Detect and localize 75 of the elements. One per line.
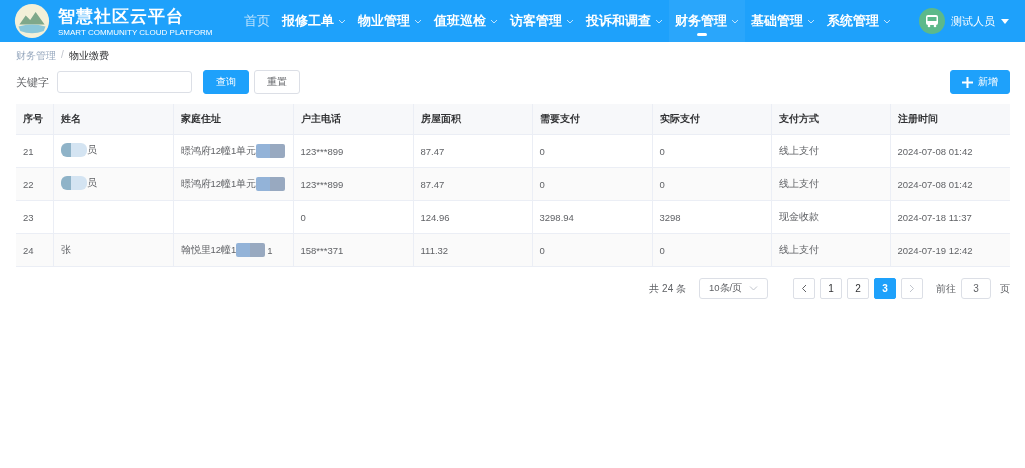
logo-icon [14,3,50,39]
chevron-down-icon [731,18,739,24]
nav-tab[interactable]: 首页 [238,0,276,42]
column-header: 姓名 [53,104,173,135]
chevron-down-icon [655,18,663,24]
caret-icon [1001,18,1009,24]
chevron-left-icon [801,284,807,293]
page-button[interactable]: 3 [874,278,896,299]
nav-tab[interactable]: 访客管理 [504,0,580,42]
table-cell: 22 [16,167,53,201]
breadcrumb-item[interactable]: 财务管理 [16,49,56,63]
total-count: 共 24 条 [649,281,686,296]
goto-page-field[interactable]: 3 [961,278,991,299]
column-header: 房屋面积 [413,104,532,135]
chevron-right-icon [909,284,915,293]
chevron-down-icon [749,286,758,291]
page-size-select[interactable]: 10条/页 [699,278,768,299]
nav-tab[interactable]: 基础管理 [745,0,821,42]
table-cell: 111.32 [413,233,532,267]
chevron-down-icon [414,18,422,24]
user-menu[interactable]: 测试人员 [913,7,1015,35]
query-button[interactable]: 查询 [203,70,249,94]
column-header: 户主电话 [293,104,413,135]
breadcrumb-item: 物业缴费 [68,49,109,63]
table-cell: 24 [16,233,53,267]
chevron-down-icon [338,18,346,24]
keyword-field[interactable] [57,71,192,93]
column-header: 实际支付 [652,104,771,135]
bus-avatar-icon [919,8,945,34]
nav-tab[interactable]: 物业管理 [352,0,428,42]
table-cell: 0 [652,167,771,201]
nav-tab[interactable]: 系统管理 [821,0,897,42]
breadcrumb-separator: / [61,49,64,62]
table-cell: 2024-07-19 12:42 [890,233,1010,267]
address-text: 1 [267,244,273,256]
chevron-down-icon [807,18,815,24]
table-cell: 158***371 [293,233,413,267]
goto-label: 前往 [936,281,956,296]
add-button[interactable]: 新增 [950,70,1010,94]
prev-page-button[interactable] [793,278,815,299]
chevron-down-icon [883,18,891,24]
column-header: 序号 [16,104,53,135]
nav-tab[interactable]: 财务管理 [669,0,745,42]
app-subtitle: SMART COMMUNITY CLOUD PLATFORM [58,28,213,37]
column-header: 家庭住址 [173,104,293,135]
app-title: 智慧社区云平台 [58,6,185,28]
name-text: 张 [60,243,71,257]
column-header: 需要支付 [532,104,652,135]
address-text: 翰悦里12幢1 [180,243,237,257]
table-cell: 线上支付 [771,167,890,201]
plus-icon [962,76,973,88]
table-cell: 0 [532,167,652,201]
page-button[interactable]: 2 [847,278,869,299]
reset-button[interactable]: 重置 [254,70,300,94]
column-header: 支付方式 [771,104,890,135]
nav-tab[interactable]: 报修工单 [276,0,352,42]
chevron-down-icon [490,18,498,24]
name-text: 员 [86,176,97,190]
nav-tab[interactable]: 投诉和调查 [580,0,669,42]
chevron-down-icon [566,18,574,24]
table-cell: 0 [532,233,652,267]
address-text: 暻鸿府12幢1单元 [180,177,257,191]
name-text: 员 [86,143,97,157]
table-cell: 0 [652,233,771,267]
page-button[interactable]: 1 [820,278,842,299]
goto-suffix: 页 [1000,281,1010,296]
keyword-label: 关键字 [16,74,49,90]
nav-tab[interactable]: 值班巡检 [428,0,504,42]
column-header: 注册时间 [890,104,1010,135]
table-cell: 线上支付 [771,233,890,267]
table-cell: 2024-07-08 01:42 [890,167,1010,201]
next-page-button[interactable] [901,278,923,299]
table-cell: 123***899 [293,167,413,201]
table-cell: 87.47 [413,167,532,201]
address-text: 暻鸿府12幢1单元 [180,144,257,158]
